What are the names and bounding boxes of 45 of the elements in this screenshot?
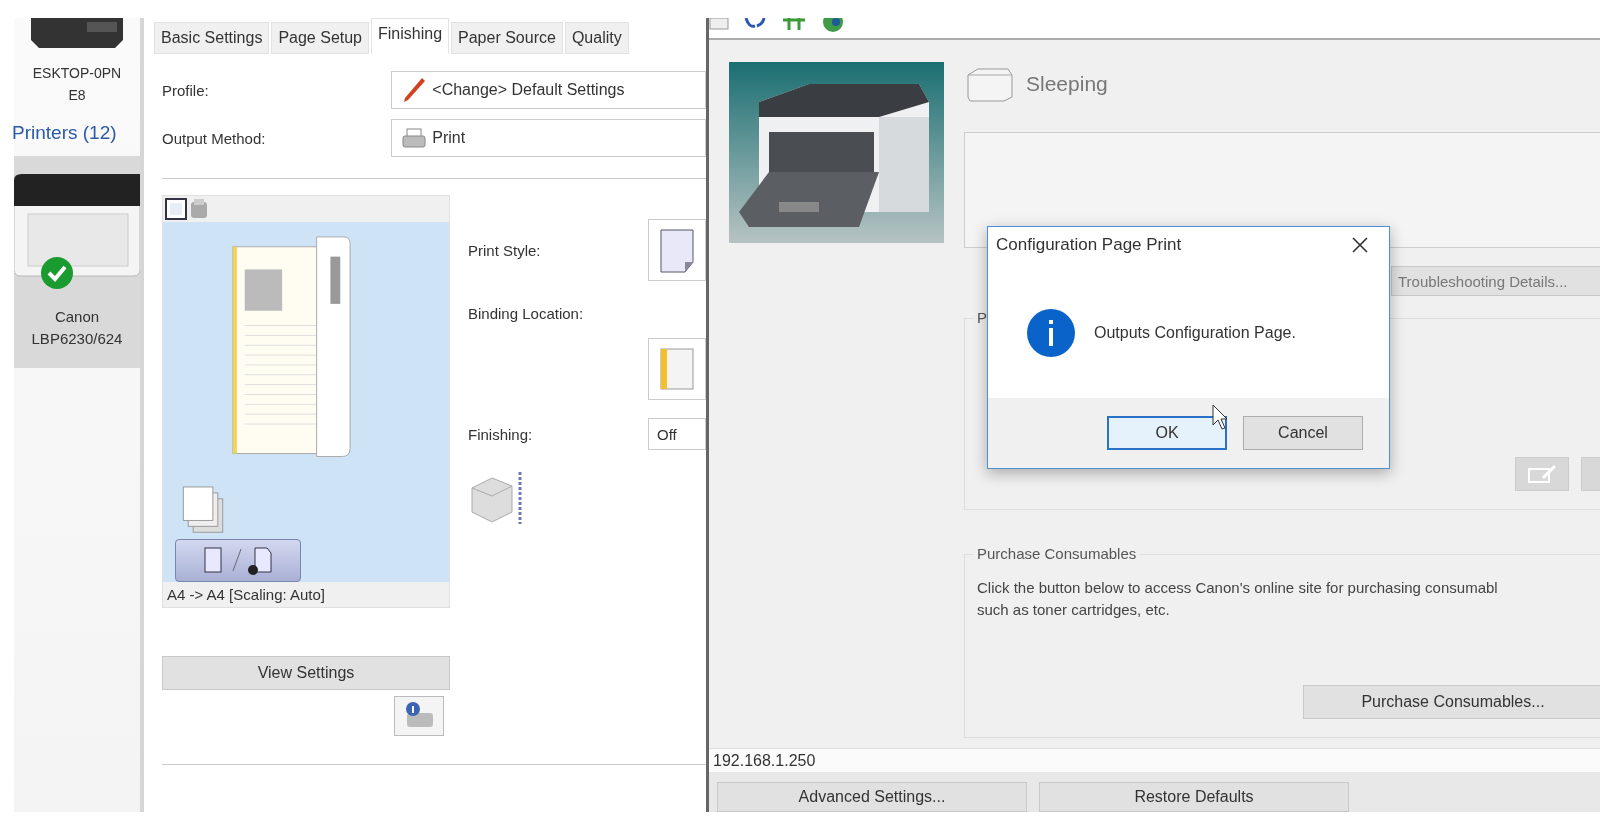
pencil-icon bbox=[402, 76, 427, 104]
dialog-title: Configuration Page Print bbox=[996, 235, 1182, 255]
cursor-icon bbox=[1212, 404, 1228, 430]
output-method-dropdown[interactable]: Print bbox=[391, 119, 706, 157]
tab[interactable]: Page Setup bbox=[271, 22, 369, 54]
page-icon bbox=[657, 226, 697, 274]
cancel-button[interactable]: Cancel bbox=[1243, 416, 1363, 450]
description-text: Click the button below to access Canon's online site for purchasing consumabl bbox=[977, 578, 1499, 599]
ip-address: 192.168.1.250 bbox=[713, 751, 816, 770]
refresh-icon[interactable] bbox=[743, 18, 767, 30]
description-text: such as toner cartridges, etc. bbox=[977, 600, 1171, 621]
close-icon[interactable] bbox=[1351, 236, 1369, 254]
profile-dropdown[interactable]: <Change> Default Settings bbox=[391, 71, 706, 109]
paper-size-caption: A4 -> A4 [Scaling: Auto] bbox=[166, 585, 327, 605]
printer-name: LBP6230/624 bbox=[31, 329, 123, 349]
edit-icon bbox=[1527, 464, 1557, 485]
profile-label: Profile: bbox=[162, 81, 210, 99]
globe-icon[interactable] bbox=[821, 18, 845, 32]
printer-status: Sleeping bbox=[1026, 72, 1108, 97]
view-settings-button[interactable]: View Settings bbox=[162, 656, 450, 690]
tab[interactable]: Quality bbox=[564, 22, 629, 54]
printer-tile[interactable]: Canon LBP6230/624 bbox=[14, 156, 140, 368]
group-header[interactable]: Printers (12) bbox=[12, 122, 117, 144]
advanced-settings-button[interactable]: Advanced Settings... bbox=[717, 782, 1027, 812]
finishing-label: Finishing: bbox=[468, 425, 534, 443]
binding-location-label: Binding Location: bbox=[468, 305, 585, 322]
layout-toggle-button[interactable] bbox=[175, 538, 301, 582]
printer-name: Canon bbox=[54, 307, 100, 327]
output-method-label: Output Method: bbox=[162, 129, 267, 147]
purchase-consumables-button[interactable]: Purchase Consumables... bbox=[1303, 685, 1600, 720]
dialog-message: Outputs Configuration Page. bbox=[1094, 324, 1296, 342]
print-style-button[interactable] bbox=[648, 219, 706, 281]
tab[interactable]: Finishing bbox=[371, 18, 450, 54]
finishing-dropdown[interactable]: Off bbox=[648, 418, 706, 450]
restore-defaults-button[interactable]: Restore Defaults bbox=[1039, 782, 1349, 812]
print-style-label: Print Style: bbox=[468, 241, 542, 259]
info-icon bbox=[1026, 308, 1076, 358]
tab[interactable]: Basic Settings bbox=[154, 22, 270, 54]
printer-info-button[interactable] bbox=[394, 696, 444, 736]
tab[interactable]: Paper Source bbox=[451, 22, 563, 54]
computer-name: E8 bbox=[68, 86, 86, 105]
ok-button[interactable]: OK bbox=[1107, 416, 1227, 450]
page-icon[interactable] bbox=[165, 198, 187, 220]
binding-page-icon bbox=[657, 345, 697, 393]
computer-name: ESKTOP-0PN bbox=[32, 64, 122, 83]
